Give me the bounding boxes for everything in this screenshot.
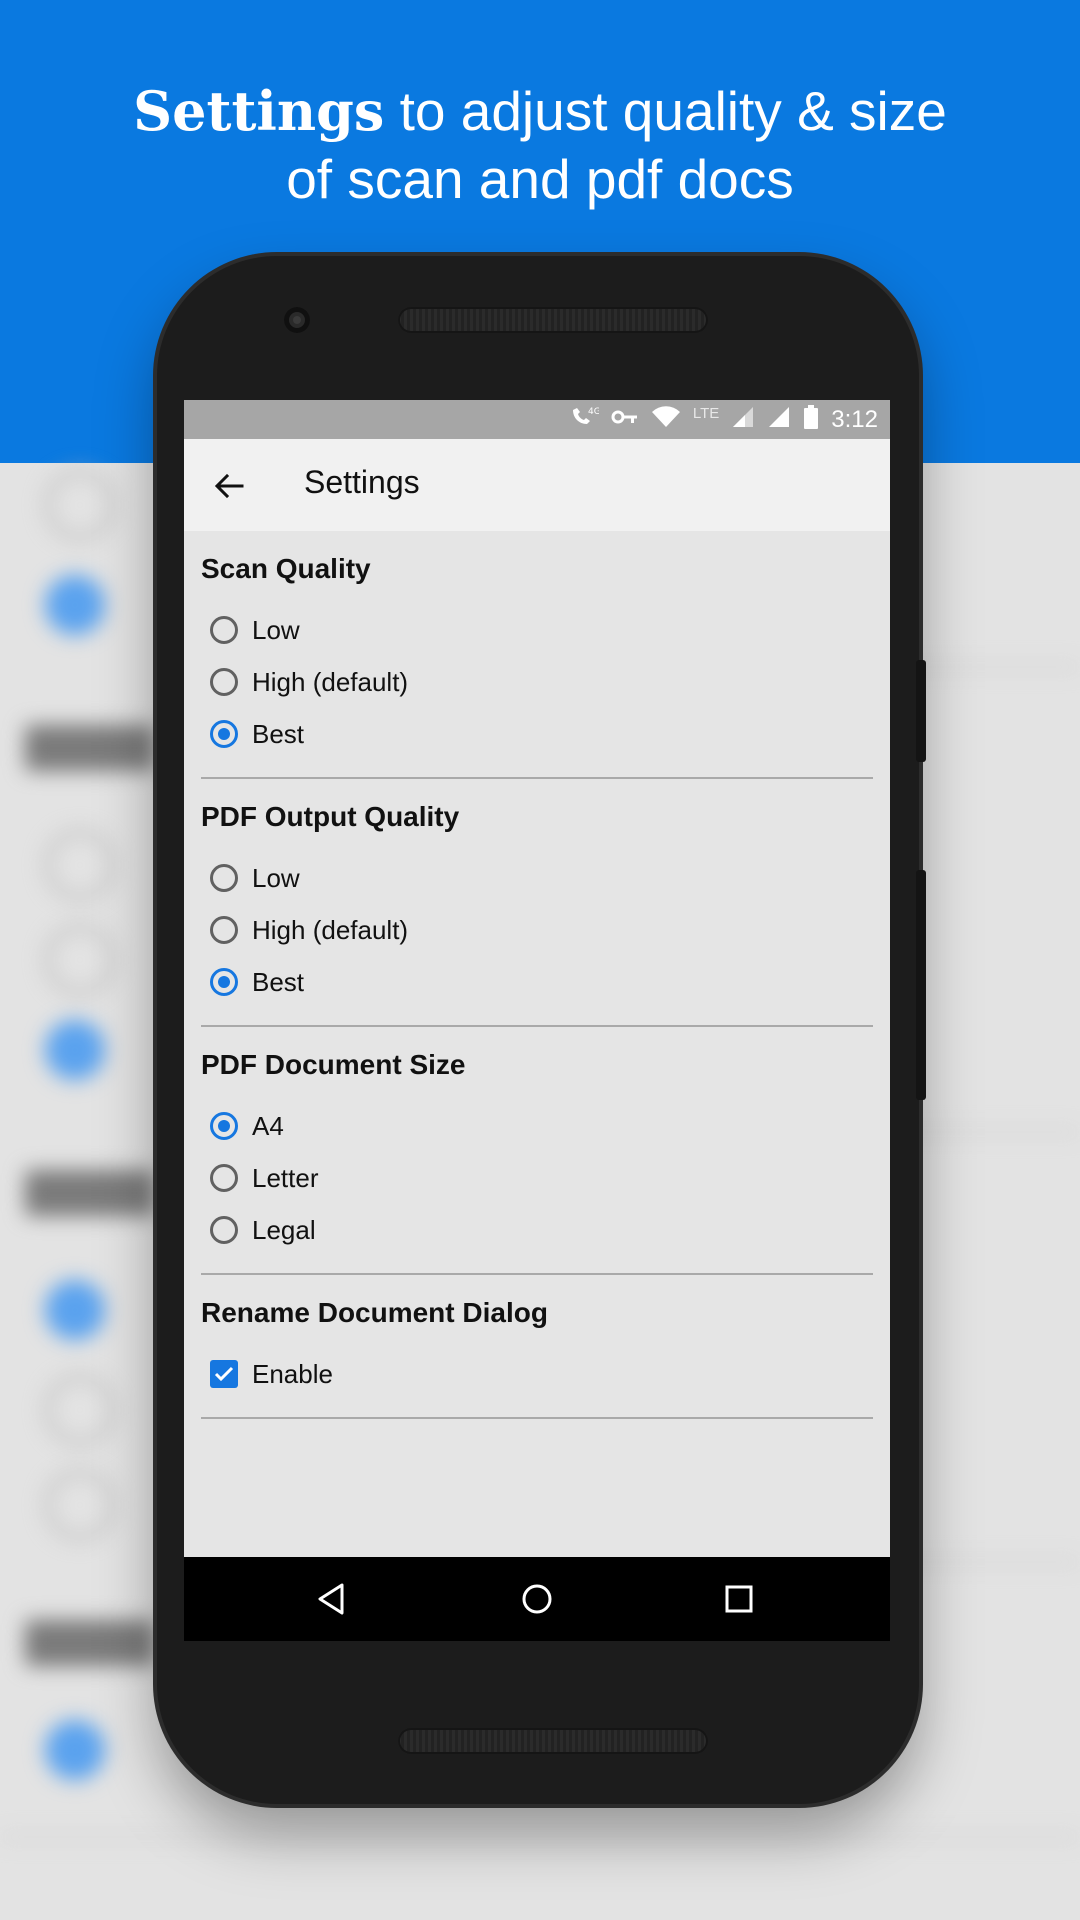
option-label: High (default) xyxy=(252,666,409,697)
option-label: Enable xyxy=(252,1358,333,1389)
promo-headline-line1: Settings to adjust quality & size xyxy=(0,78,1080,144)
divider xyxy=(201,777,873,779)
recents-square-icon[interactable] xyxy=(719,1579,759,1619)
signal-icon xyxy=(767,405,791,435)
radio-scan-quality-high[interactable]: High (default) xyxy=(210,662,408,702)
phone-screen: 4G LTE 3:12 Settings Scan Quality Low Hi… xyxy=(184,400,890,1641)
radio-size-legal[interactable]: Legal xyxy=(210,1210,316,1250)
wifi-icon xyxy=(651,405,681,434)
radio-pdf-quality-best[interactable]: Best xyxy=(210,962,304,1002)
divider xyxy=(201,1025,873,1027)
option-label: Low xyxy=(252,862,300,893)
option-label: A4 xyxy=(252,1110,284,1141)
phone-volume-button xyxy=(916,660,926,762)
radio-pdf-quality-low[interactable]: Low xyxy=(210,858,300,898)
radio-button-selected[interactable] xyxy=(210,1112,238,1140)
back-triangle-icon[interactable] xyxy=(312,1579,352,1619)
section-title-pdf-document-size: PDF Document Size xyxy=(201,1049,466,1080)
status-time: 3:12 xyxy=(831,405,878,433)
option-label: Best xyxy=(252,718,305,749)
home-circle-icon[interactable] xyxy=(517,1579,557,1619)
radio-button[interactable] xyxy=(210,864,238,892)
radio-button-selected[interactable] xyxy=(210,720,238,748)
page-title: Settings xyxy=(304,464,420,500)
radio-pdf-quality-high[interactable]: High (default) xyxy=(210,910,408,950)
divider xyxy=(201,1417,873,1419)
status-bar: 4G LTE 3:12 xyxy=(184,400,890,439)
radio-button-selected[interactable] xyxy=(210,968,238,996)
app-bar: Settings xyxy=(184,439,890,531)
section-title-rename-document-dialog: Rename Document Dialog xyxy=(201,1297,548,1328)
call-4g-icon: 4G xyxy=(569,404,601,436)
divider xyxy=(201,1273,873,1275)
option-label: Low xyxy=(252,614,300,645)
phone-power-button xyxy=(916,870,926,1100)
section-title-scan-quality: Scan Quality xyxy=(201,553,371,584)
bottom-speaker xyxy=(398,1728,708,1754)
promo-headline-line2: of scan and pdf docs xyxy=(286,148,794,210)
navigation-bar xyxy=(184,1557,890,1641)
check-icon xyxy=(214,1366,234,1382)
option-label: Best xyxy=(252,966,305,997)
vpn-key-icon xyxy=(611,407,639,433)
option-label: Letter xyxy=(252,1162,319,1193)
front-camera xyxy=(284,307,310,333)
signal-icon xyxy=(731,405,755,435)
option-label: High (default) xyxy=(252,914,409,945)
radio-button[interactable] xyxy=(210,616,238,644)
radio-scan-quality-best[interactable]: Best xyxy=(210,714,304,754)
section-title-pdf-output-quality: PDF Output Quality xyxy=(201,801,460,832)
checkbox-enable-rename[interactable]: Enable xyxy=(210,1354,333,1394)
radio-button[interactable] xyxy=(210,916,238,944)
radio-button[interactable] xyxy=(210,1216,238,1244)
checkbox-checked[interactable] xyxy=(210,1360,238,1388)
radio-button[interactable] xyxy=(210,668,238,696)
promo-headline-rest: to adjust quality & size xyxy=(384,80,947,142)
radio-scan-quality-low[interactable]: Low xyxy=(210,610,300,650)
promo-headline-bold: Settings xyxy=(133,79,385,143)
lte-icon: LTE xyxy=(692,405,720,422)
option-label: Legal xyxy=(252,1214,316,1245)
svg-text:4G: 4G xyxy=(588,407,599,417)
top-speaker xyxy=(398,307,708,333)
radio-button[interactable] xyxy=(210,1164,238,1192)
arrow-left-icon[interactable] xyxy=(212,469,246,503)
radio-size-a4[interactable]: A4 xyxy=(210,1106,284,1146)
battery-icon xyxy=(803,404,819,435)
radio-size-letter[interactable]: Letter xyxy=(210,1158,319,1198)
